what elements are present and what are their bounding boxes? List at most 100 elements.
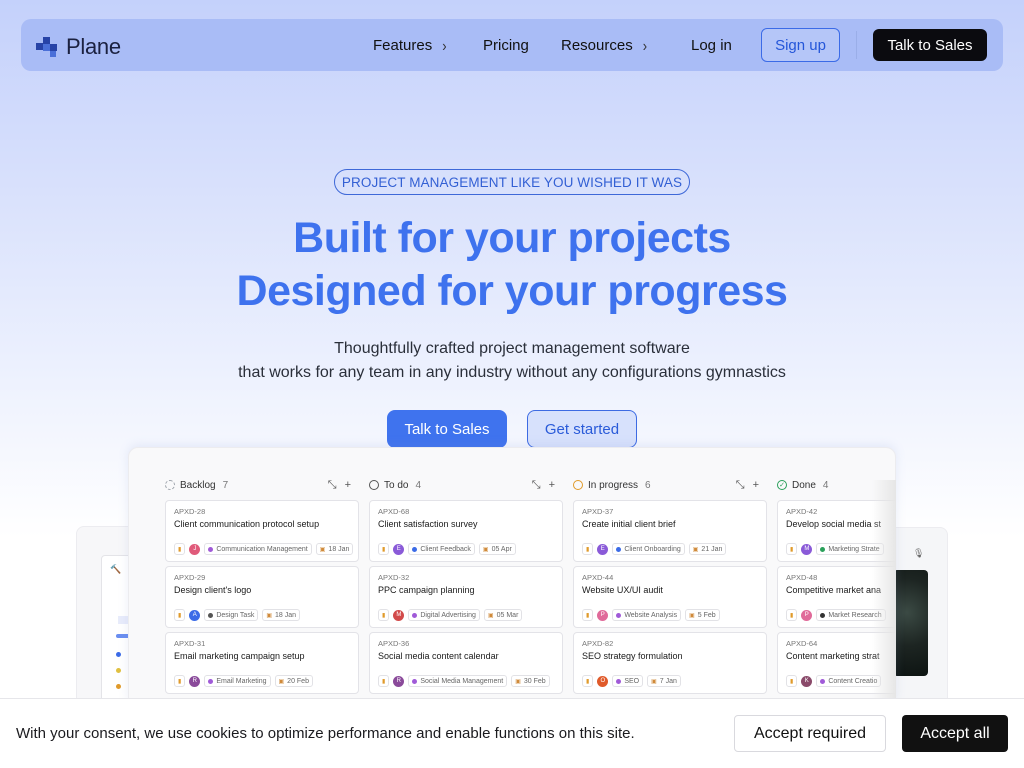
avatar: E xyxy=(393,543,405,555)
label-text: Social Media Management xyxy=(420,677,504,685)
due-date: ▣ 21 Jan xyxy=(688,543,727,555)
issue-card[interactable]: APXD-29 Design client's logo ▮ A Design Task… xyxy=(165,566,359,628)
issue-id: APXD-48 xyxy=(786,573,818,582)
nav-pricing[interactable]: Pricing xyxy=(483,37,529,54)
column-name: In progress xyxy=(588,479,639,491)
logo[interactable]: Plane xyxy=(36,34,121,60)
label-text: Client Feedback xyxy=(420,545,471,553)
issue-meta: ▮ O SEO ▣ 7 Jan xyxy=(582,675,681,687)
label-dot-icon xyxy=(820,546,826,552)
issue-id: APXD-68 xyxy=(378,507,410,516)
hero-title-line1: Built for your projects xyxy=(293,214,731,262)
avatar: P xyxy=(597,609,609,621)
status-icon xyxy=(165,480,175,490)
issue-meta: ▮ E Client Feedback ▣ 05 Apr xyxy=(378,543,516,555)
accept-required-button[interactable]: Accept required xyxy=(734,715,886,752)
top-nav: Plane Features › Pricing Resources › Log… xyxy=(21,19,1003,71)
avatar: E xyxy=(597,543,609,555)
issue-label: Website Analysis xyxy=(612,609,682,621)
accept-all-button[interactable]: Accept all xyxy=(902,715,1008,752)
priority-icon: ▮ xyxy=(174,609,186,621)
issue-title: Design client's logo xyxy=(174,585,252,595)
hero-subtitle-line1: Thoughtfully crafted project management … xyxy=(334,340,690,357)
status-icon: ✓ xyxy=(777,480,787,490)
issue-meta: ▮ K Content Creatio xyxy=(786,675,882,687)
due-date-text: 5 Feb xyxy=(697,611,716,619)
nav-pricing-label: Pricing xyxy=(483,37,529,54)
issue-card[interactable]: APXD-32 PPC campaign planning ▮ M Digital Ad… xyxy=(369,566,563,628)
due-date: ▣ 18 Jan xyxy=(315,543,354,555)
issue-meta: ▮ R Email Marketing ▣ 20 Feb xyxy=(174,675,313,687)
label-text: Email Marketing xyxy=(216,677,267,685)
priority-icon: ▮ xyxy=(378,543,390,555)
avatar: M xyxy=(393,609,405,621)
calendar-icon: ▣ xyxy=(482,546,489,553)
calendar-icon: ▣ xyxy=(487,612,494,619)
issue-card[interactable]: APXD-44 Website UX/UI audit ▮ P Website Anal… xyxy=(573,566,767,628)
column-header: Backlog 7 ⤡+ xyxy=(165,478,359,492)
issue-card[interactable]: APXD-68 Client satisfaction survey ▮ E Clien… xyxy=(369,500,563,562)
issue-meta: ▮ P Website Analysis ▣ 5 Feb xyxy=(582,609,720,621)
column-actions-icon[interactable]: ⤡+ xyxy=(532,479,563,492)
label-dot-icon xyxy=(208,678,214,684)
issue-title: Competitive market ana xyxy=(786,585,882,595)
label-dot-icon xyxy=(616,678,622,684)
issue-meta: ▮ J Communication Management ▣ 18 Jan xyxy=(174,543,354,555)
issue-card[interactable]: APXD-36 Social media content calendar ▮ R So… xyxy=(369,632,563,694)
label-text: Design Task xyxy=(216,611,255,619)
column-count: 7 xyxy=(222,479,229,491)
nav-divider xyxy=(856,31,857,59)
issue-id: APXD-36 xyxy=(378,639,410,648)
label-dot-icon xyxy=(616,546,622,552)
talk-to-sales-button[interactable]: Talk to Sales xyxy=(387,410,507,448)
column-name: To do xyxy=(384,479,409,491)
nav-features[interactable]: Features › xyxy=(373,36,447,55)
issue-card[interactable]: APXD-82 SEO strategy formulation ▮ O SEO ▣ 7 J… xyxy=(573,632,767,694)
due-date-text: 21 Jan xyxy=(701,545,723,553)
column-header: To do 4 ⤡+ xyxy=(369,478,563,492)
label-text: Content Creatio xyxy=(828,677,878,685)
priority-icon: ▮ xyxy=(582,543,594,555)
issue-meta: ▮ M Digital Advertising ▣ 05 Mar xyxy=(378,609,523,621)
calendar-icon: ▣ xyxy=(266,612,272,619)
label-dot-icon xyxy=(412,678,418,684)
issue-meta: ▮ R Social Media Management ▣ 30 Feb xyxy=(378,675,550,687)
hammer-icon: 🔨 xyxy=(110,564,122,574)
label-text: Digital Advertising xyxy=(420,611,476,619)
due-date-text: 18 Jan xyxy=(328,545,350,553)
priority-icon: ▮ xyxy=(786,609,798,621)
label-dot-icon xyxy=(208,546,214,552)
nav-features-label: Features xyxy=(373,37,433,54)
priority-icon: ▮ xyxy=(174,543,186,555)
due-date-text: 18 Jan xyxy=(275,611,297,619)
nav-login[interactable]: Log in xyxy=(691,37,732,54)
avatar: R xyxy=(189,675,201,687)
column-count: 6 xyxy=(645,479,651,491)
issue-meta: ▮ P Market Research xyxy=(786,609,886,621)
mic-icon: 🎙 xyxy=(913,548,925,558)
get-started-button[interactable]: Get started xyxy=(527,410,637,448)
issue-card[interactable]: APXD-31 Email marketing campaign setup ▮ R E… xyxy=(165,632,359,694)
hero-subtitle-line2: that works for any team in any industry … xyxy=(238,364,786,381)
talk-to-sales-nav-button[interactable]: Talk to Sales xyxy=(873,29,987,61)
avatar: M xyxy=(801,543,813,555)
cookie-text: With your consent, we use cookies to opt… xyxy=(16,725,635,742)
issue-meta: ▮ M Marketing Strate xyxy=(786,543,884,555)
nav-resources[interactable]: Resources › xyxy=(561,37,647,55)
due-date: ▣ 05 Mar xyxy=(483,609,523,621)
logo-text: Plane xyxy=(66,34,121,59)
due-date: ▣ 30 Feb xyxy=(511,675,550,687)
due-date-text: 20 Feb xyxy=(287,677,309,685)
cookie-banner: With your consent, we use cookies to opt… xyxy=(0,698,1024,768)
preview-image xyxy=(893,570,928,676)
issue-card[interactable]: APXD-37 Create initial client brief ▮ E Clie… xyxy=(573,500,767,562)
signup-button[interactable]: Sign up xyxy=(761,28,840,62)
issue-card[interactable]: APXD-28 Client communication protocol set… xyxy=(165,500,359,562)
due-date: ▣ 7 Jan xyxy=(647,675,681,687)
due-date-text: 30 Feb xyxy=(523,677,546,685)
issue-meta: ▮ E Client Onboarding ▣ 21 Jan xyxy=(582,543,727,555)
issue-title: Develop social media st xyxy=(786,519,882,529)
column-actions-icon[interactable]: ⤡+ xyxy=(328,479,359,492)
column-actions-icon[interactable]: ⤡+ xyxy=(736,479,767,492)
chevron-right-icon: › xyxy=(442,36,447,55)
